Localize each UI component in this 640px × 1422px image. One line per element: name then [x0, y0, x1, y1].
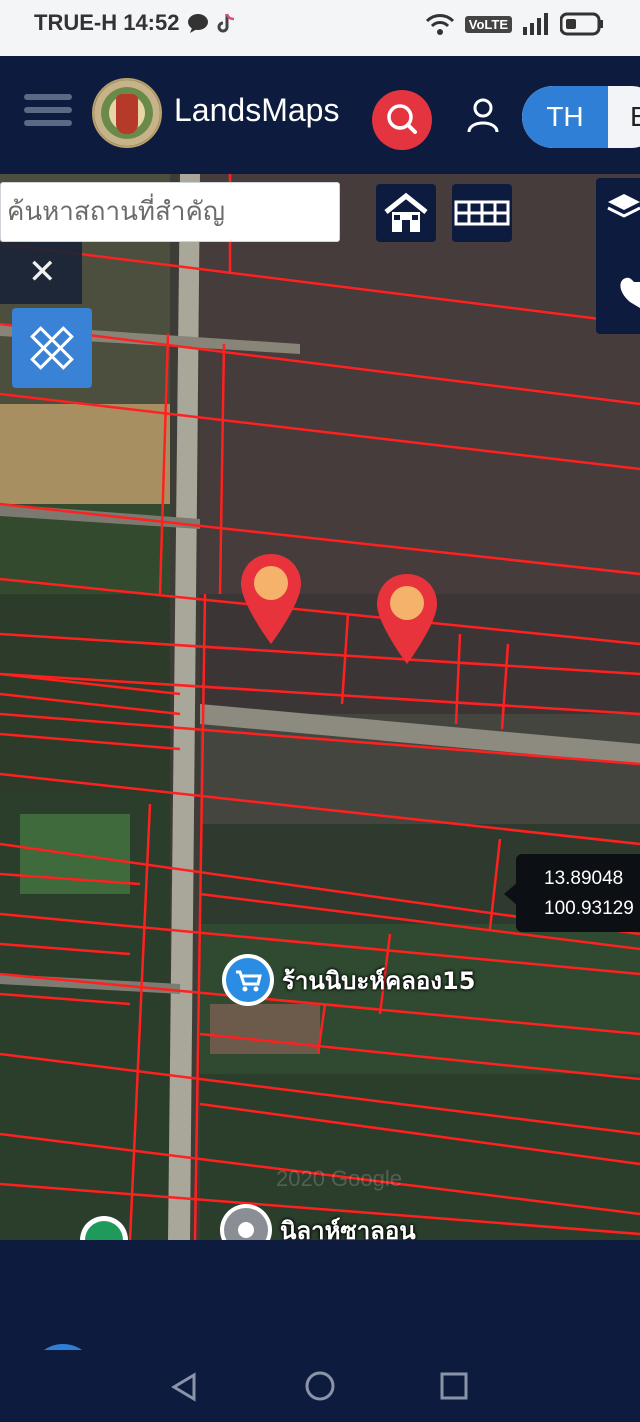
status-bar: TRUE-H 14:52 VoLTE [0, 0, 640, 56]
back-icon[interactable] [170, 1372, 198, 1402]
home-circle-icon[interactable] [304, 1370, 336, 1402]
house-icon [384, 192, 428, 232]
map-view[interactable]: ✕ 13.89048 100.93129 ร้านนิบะห์คลอง15 นิ… [0, 174, 640, 1240]
ruler-pencil-icon [30, 326, 74, 370]
search-button[interactable] [372, 90, 432, 150]
volte-badge: VoLTE [464, 15, 512, 33]
location-marker-2[interactable] [374, 572, 440, 666]
app-logo [92, 78, 162, 148]
app-title: LandsMaps [174, 92, 340, 128]
poi-shop-label: ร้านนิบะห์คลอง15 [282, 966, 476, 995]
map-watermark: 2020 Google [276, 1166, 402, 1191]
poi-salon-label: นิลาห์ซาลอน [280, 1216, 416, 1241]
satellite-map [0, 174, 640, 1240]
language-toggle[interactable]: TH E [522, 86, 640, 148]
lang-en-button[interactable]: E [630, 86, 640, 148]
lang-th-button[interactable]: TH [522, 86, 608, 148]
parcel-grid-button[interactable] [452, 184, 512, 242]
chat-icon [188, 14, 209, 33]
favorite-icon[interactable] [596, 258, 640, 318]
wifi-icon [425, 14, 454, 35]
menu-icon[interactable] [24, 94, 72, 134]
latitude: 13.89048 [544, 868, 624, 889]
recent-apps-icon[interactable] [440, 1372, 468, 1400]
app-header: LandsMaps TH E [0, 56, 640, 174]
poi-shop[interactable]: ร้านนิบะห์คลอง15 [222, 954, 475, 1006]
battery-icon [560, 12, 603, 36]
longitude: 100.93129 [544, 898, 634, 919]
close-icon: ✕ [28, 252, 57, 292]
measure-tool-button[interactable] [12, 308, 92, 388]
poi-green-icon[interactable] [78, 1214, 130, 1240]
search-icon [387, 104, 417, 134]
location-marker-1[interactable] [238, 552, 304, 646]
tiktok-icon [218, 13, 235, 33]
user-icon[interactable] [466, 96, 500, 136]
shopping-cart-icon [222, 954, 274, 1006]
status-right: VoLTE [425, 12, 604, 36]
map-side-panel [596, 178, 640, 334]
place-icon [220, 1204, 272, 1240]
place-search-input[interactable] [1, 183, 339, 241]
signal-icon [523, 13, 548, 35]
home-button[interactable] [376, 184, 436, 242]
place-search-field[interactable] [0, 182, 340, 242]
coordinate-tooltip: 13.89048 100.93129 [516, 854, 640, 932]
grid-icon [454, 200, 510, 226]
screen: TRUE-H 14:52 VoLTE LandsMaps TH E ค้นหาส… [0, 0, 640, 1422]
poi-salon[interactable]: นิลาห์ซาลอน [220, 1204, 416, 1240]
close-button[interactable]: ✕ [0, 242, 82, 304]
carrier-time: TRUE-H 14:52 [34, 10, 180, 35]
system-nav-bar [0, 1350, 640, 1422]
layers-icon[interactable] [596, 178, 640, 238]
status-left: TRUE-H 14:52 [34, 10, 237, 36]
